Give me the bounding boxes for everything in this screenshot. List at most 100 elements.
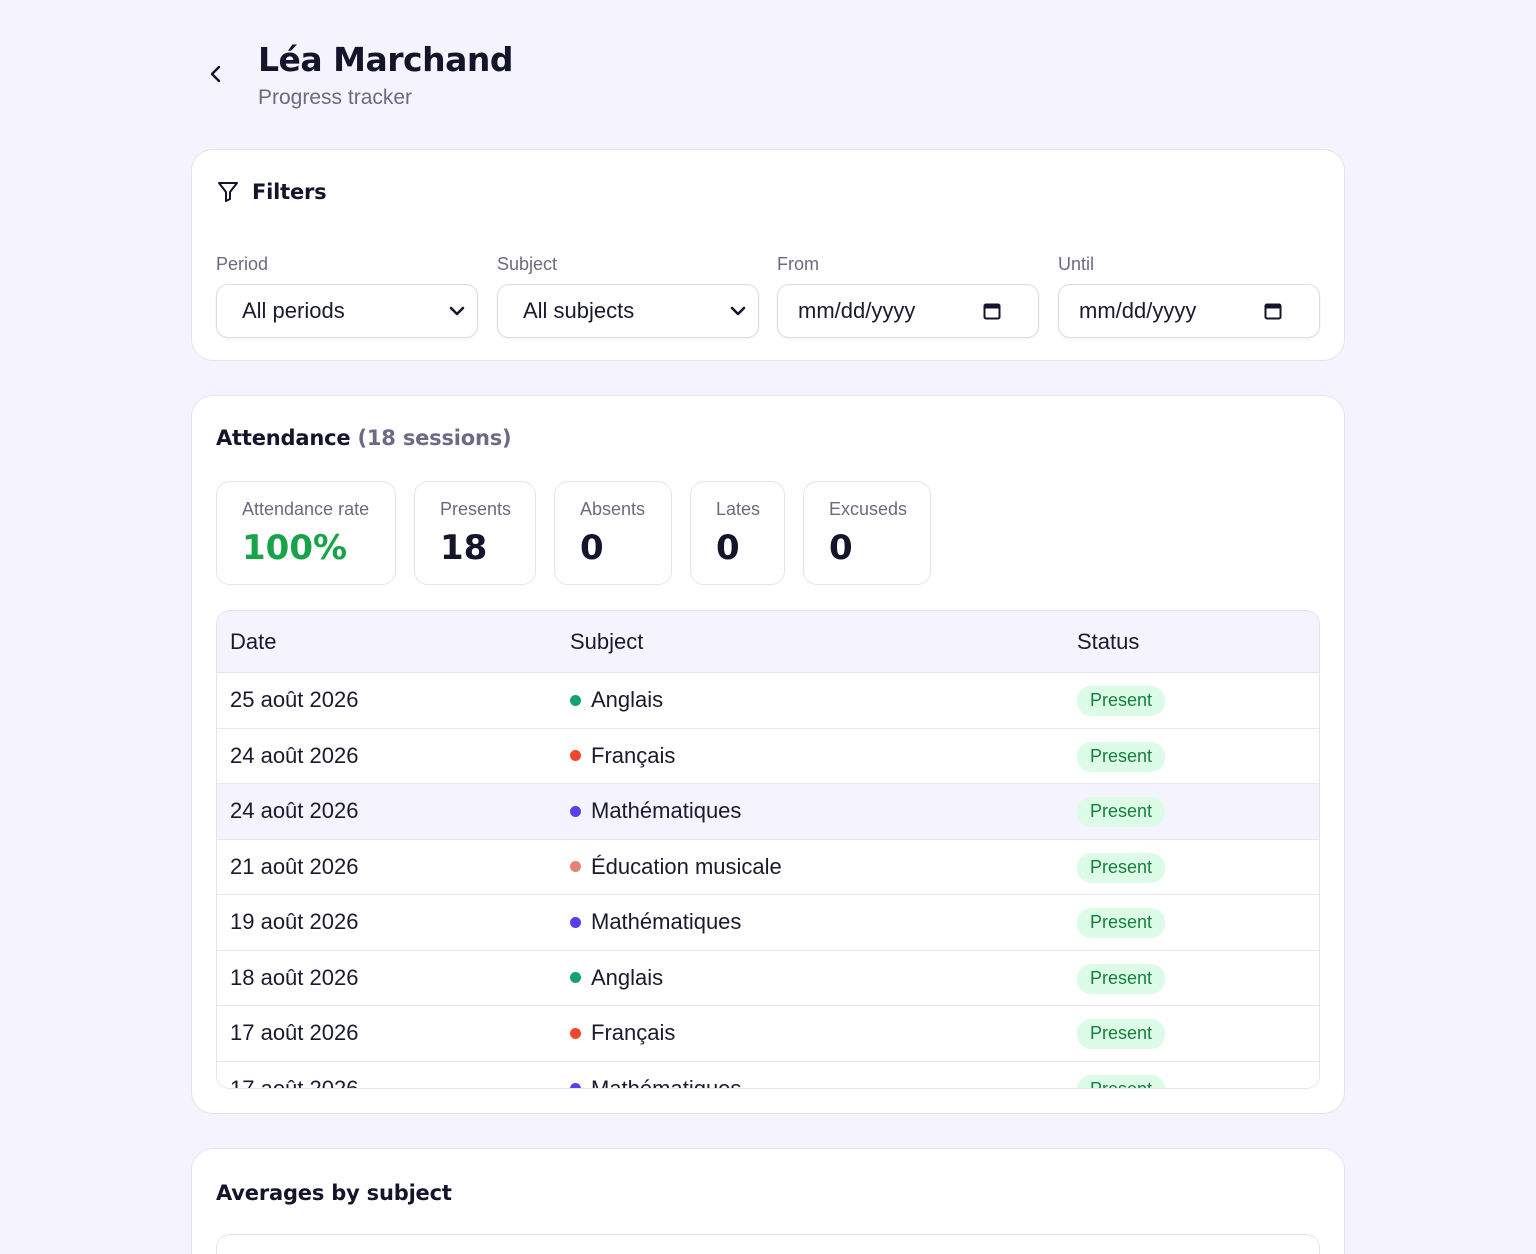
status-badge: Present bbox=[1077, 852, 1166, 883]
from-filter: From mm/dd/yyyy bbox=[777, 254, 1039, 338]
cell-date: 25 août 2026 bbox=[230, 687, 359, 712]
calendar-icon[interactable] bbox=[1263, 301, 1283, 321]
column-header-subject[interactable]: Subject bbox=[570, 629, 643, 655]
cell-status: Present bbox=[1077, 686, 1166, 716]
period-select-value: All periods bbox=[242, 298, 345, 323]
attendance-session-count: (18 sessions) bbox=[357, 426, 512, 450]
subject-filter: Subject All subjects bbox=[497, 254, 759, 338]
cell-status: Present bbox=[1077, 852, 1166, 883]
column-header-status[interactable]: Status bbox=[1077, 629, 1139, 655]
period-filter: Period All periods bbox=[216, 254, 478, 338]
until-date-input[interactable]: mm/dd/yyyy bbox=[1058, 284, 1320, 338]
period-label: Period bbox=[216, 254, 269, 274]
table-body: 25 août 2026 Anglais Present 24 août 2026 Fr… bbox=[217, 673, 1319, 1089]
cell-status: Present bbox=[1077, 908, 1166, 938]
cell-date: 18 août 2026 bbox=[230, 964, 359, 990]
cell-date: 17 août 2026 bbox=[230, 1020, 359, 1045]
cell-date: 21 août 2026 bbox=[230, 853, 359, 879]
attendance-card: Attendance (18 sessions) Attendance rate… bbox=[191, 395, 1345, 1114]
cell-subject: Mathématiques bbox=[570, 1076, 741, 1088]
from-date-placeholder: mm/dd/yyyy bbox=[798, 298, 916, 323]
subject-color-dot bbox=[570, 694, 581, 706]
page-subtitle: Progress tracker bbox=[258, 86, 413, 109]
subject-color-dot bbox=[570, 1083, 581, 1088]
subject-name: Anglais bbox=[591, 964, 664, 990]
cell-status: Present bbox=[1077, 1074, 1166, 1088]
stat-value: 0 bbox=[580, 528, 604, 568]
cell-status: Present bbox=[1077, 1019, 1166, 1049]
until-date-placeholder: mm/dd/yyyy bbox=[1079, 298, 1197, 323]
cell-subject: Mathématiques bbox=[570, 909, 741, 935]
status-badge: Present bbox=[1077, 1019, 1166, 1049]
subject-color-dot bbox=[570, 750, 581, 761]
cell-subject: Anglais bbox=[570, 965, 663, 991]
subject-color-dot bbox=[570, 1027, 581, 1039]
attendance-title: Attendance (18 sessions) bbox=[216, 426, 512, 450]
from-date-input[interactable]: mm/dd/yyyy bbox=[777, 284, 1039, 338]
filter-icon bbox=[218, 182, 238, 202]
subject-name: Mathématiques bbox=[591, 798, 742, 823]
cell-subject: Éducation musicale bbox=[570, 854, 782, 880]
subject-color-dot bbox=[570, 972, 581, 983]
subject-color-dot bbox=[570, 861, 581, 872]
cell-status: Present bbox=[1077, 741, 1166, 772]
chevron-left-icon bbox=[210, 65, 221, 83]
subject-label: Subject bbox=[497, 254, 558, 274]
filters-header: Filters bbox=[216, 180, 327, 204]
subject-name: Français bbox=[591, 742, 676, 768]
calendar-icon[interactable] bbox=[982, 301, 1002, 321]
table-row[interactable]: 24 août 2026 Français Present bbox=[217, 728, 1319, 784]
table-header: Date Subject Status bbox=[217, 611, 1319, 673]
cell-date: 19 août 2026 bbox=[230, 909, 359, 934]
stat-value: 18 bbox=[440, 528, 488, 568]
status-badge: Present bbox=[1077, 741, 1166, 772]
attendance-title-text: Attendance bbox=[216, 426, 351, 450]
subject-name: Anglais bbox=[591, 687, 664, 712]
table-row[interactable]: 17 août 2026 Mathématiques Present bbox=[217, 1061, 1319, 1089]
cell-subject: Mathématiques bbox=[570, 798, 741, 824]
period-select[interactable]: All periods bbox=[216, 284, 478, 338]
subject-color-dot bbox=[570, 916, 581, 928]
status-badge: Present bbox=[1077, 963, 1166, 994]
averages-card: Averages by subject bbox=[191, 1148, 1345, 1254]
stat-label: Absents bbox=[580, 499, 646, 519]
table-row[interactable]: 21 août 2026 Éducation musicale Present bbox=[217, 839, 1319, 895]
subject-select-value: All subjects bbox=[523, 298, 635, 323]
cell-status: Present bbox=[1077, 797, 1166, 827]
chevron-down-icon bbox=[730, 306, 746, 316]
stat-value: 0 bbox=[716, 528, 740, 568]
until-filter: Until mm/dd/yyyy bbox=[1058, 254, 1320, 338]
subject-name: Éducation musicale bbox=[591, 853, 782, 879]
column-header-date[interactable]: Date bbox=[230, 629, 276, 655]
cell-subject: Français bbox=[570, 743, 675, 769]
table-row[interactable]: 18 août 2026 Anglais Present bbox=[217, 950, 1319, 1006]
attendance-table[interactable]: Date Subject Status 25 août 2026 Anglais P… bbox=[216, 610, 1320, 1089]
filters-title: Filters bbox=[252, 180, 327, 204]
table-row[interactable]: 24 août 2026 Mathématiques Present bbox=[217, 784, 1319, 840]
filters-card: Filters Period All periods Subject All s… bbox=[191, 149, 1345, 361]
subject-color-dot bbox=[570, 805, 581, 817]
until-label: Until bbox=[1058, 254, 1095, 274]
table-row[interactable]: 17 août 2026 Français Present bbox=[217, 1006, 1319, 1062]
stat-value: 0 bbox=[829, 528, 853, 568]
subject-name: Français bbox=[591, 1020, 676, 1045]
from-label: From bbox=[777, 254, 819, 274]
chevron-down-icon bbox=[449, 306, 465, 316]
stat-lates: Lates 0 bbox=[690, 481, 785, 585]
table-row[interactable]: 19 août 2026 Mathématiques Present bbox=[217, 895, 1319, 951]
page-header: Léa Marchand Progress tracker bbox=[190, 40, 1346, 120]
averages-title: Averages by subject bbox=[216, 1181, 452, 1205]
stat-attendance-rate: Attendance rate 100% bbox=[216, 481, 396, 585]
back-button[interactable] bbox=[200, 58, 232, 90]
page-title: Léa Marchand bbox=[258, 40, 514, 79]
status-badge: Present bbox=[1077, 797, 1166, 827]
table-row[interactable]: 25 août 2026 Anglais Present bbox=[217, 673, 1319, 729]
subject-select[interactable]: All subjects bbox=[497, 284, 759, 338]
status-badge: Present bbox=[1077, 1074, 1166, 1088]
cell-subject: Anglais bbox=[570, 687, 663, 713]
stat-excuseds: Excuseds 0 bbox=[803, 481, 931, 585]
cell-date: 17 août 2026 bbox=[230, 1075, 359, 1089]
status-badge: Present bbox=[1077, 908, 1166, 938]
stat-label: Attendance rate bbox=[242, 499, 370, 519]
stat-value: 100% bbox=[242, 528, 348, 568]
